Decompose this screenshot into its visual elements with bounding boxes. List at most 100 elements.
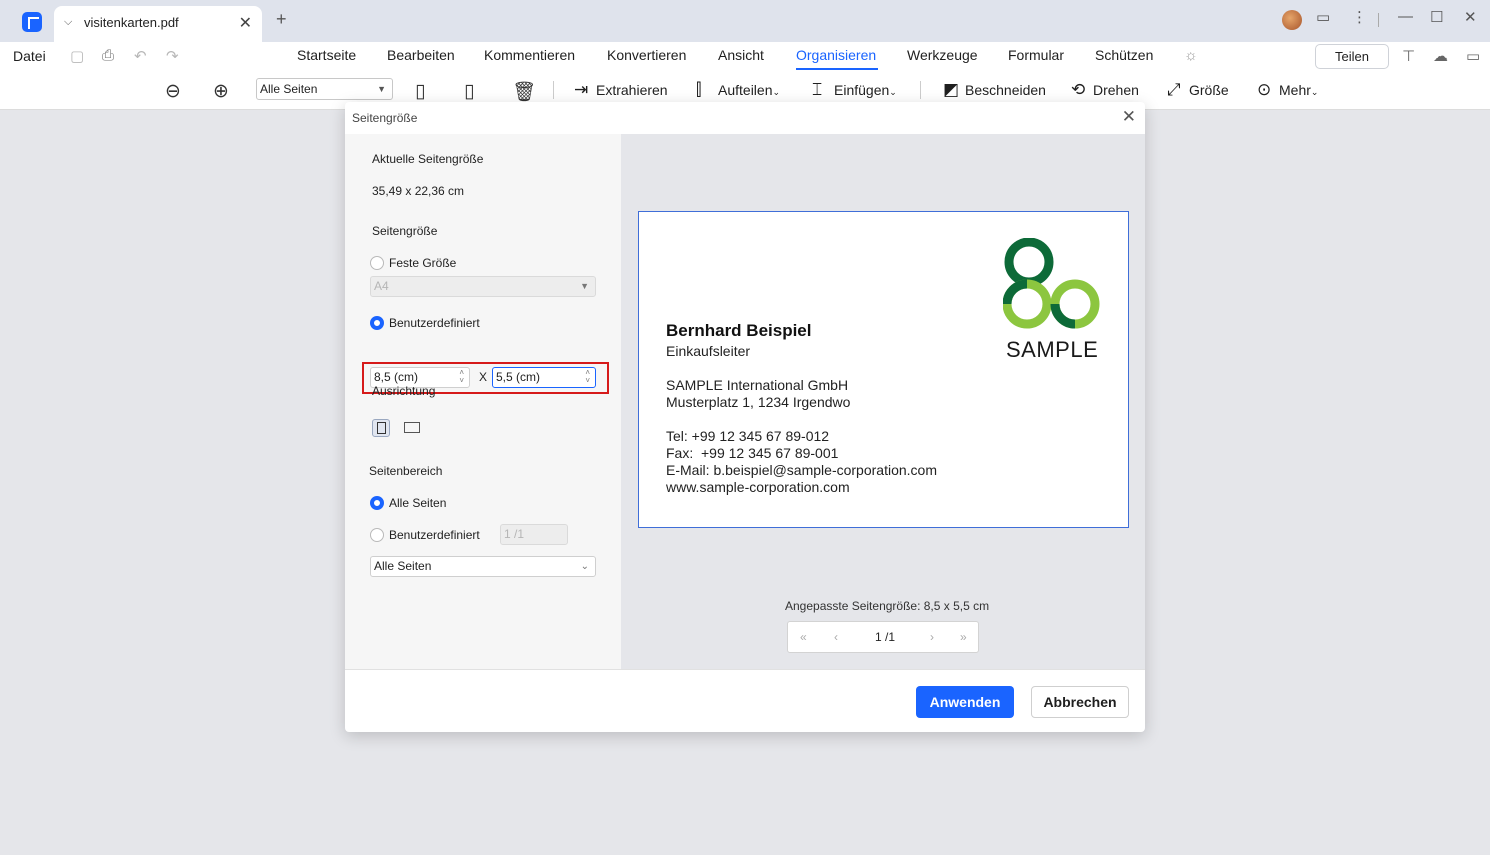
insert-icon: ⌶ xyxy=(812,80,823,99)
spin-arrows-icon[interactable]: ˄ ˅ xyxy=(585,369,590,385)
card-tel: Tel: +99 12 345 67 89-012 xyxy=(666,428,830,444)
preview-caption: Angepasste Seitengröße: 8,5 x 5,5 cm xyxy=(785,599,990,613)
spin-arrows-icon[interactable]: ˄ ˅ xyxy=(459,369,464,385)
rotate-label: Drehen xyxy=(1093,82,1139,98)
divider xyxy=(920,81,921,99)
divider xyxy=(553,81,554,99)
close-tab-icon[interactable]: ✕ xyxy=(239,13,252,33)
avatar[interactable] xyxy=(1282,10,1302,30)
feedback-icon[interactable]: ▭ xyxy=(1316,8,1330,26)
preview-panel: SAMPLE Bernhard Beispiel Einkaufsleiter … xyxy=(621,134,1145,670)
size-button[interactable]: ⤢ Größe xyxy=(1167,80,1229,100)
card-web: www.sample-corporation.com xyxy=(666,479,850,495)
menu-bearbeiten[interactable]: Bearbeiten xyxy=(387,47,455,63)
minimize-icon[interactable]: — xyxy=(1398,8,1413,25)
custom-range-radio[interactable] xyxy=(370,528,384,542)
portrait-icon[interactable] xyxy=(372,419,390,437)
redo-icon[interactable]: ↷ xyxy=(166,47,179,65)
more-options-icon[interactable]: ⋮ xyxy=(1352,8,1367,26)
cloud-upload-icon[interactable]: ☁ xyxy=(1433,47,1448,65)
height-value: 5,5 (cm) xyxy=(496,370,541,384)
delete-icon[interactable]: 🗑 xyxy=(512,80,536,104)
card-address: Musterplatz 1, 1234 Irgendwo xyxy=(666,394,851,410)
file-menu[interactable]: Datei xyxy=(13,48,46,64)
range-select[interactable]: Alle Seiten ⌄ xyxy=(370,556,596,577)
active-menu-indicator xyxy=(796,68,878,70)
height-stepper[interactable]: 5,5 (cm) ˄ ˅ xyxy=(492,367,596,388)
width-value: 8,5 (cm) xyxy=(374,370,419,384)
page-navigator: « ‹ 1 /1 › » xyxy=(787,621,979,653)
window-close-icon[interactable]: ✕ xyxy=(1464,8,1477,26)
sample-logo-icon xyxy=(1003,238,1100,329)
print-icon[interactable]: ⎙ xyxy=(102,47,114,64)
zoom-in-icon[interactable]: ⊕ xyxy=(213,80,229,103)
custom-size-radio[interactable] xyxy=(370,316,384,330)
fixed-size-radio[interactable] xyxy=(370,256,384,270)
last-page-icon[interactable]: » xyxy=(960,630,967,644)
rotate-left-icon[interactable]: ▯ xyxy=(415,80,425,103)
undo-icon[interactable]: ↶ xyxy=(134,47,147,65)
logo-text: SAMPLE xyxy=(1006,337,1099,362)
resize-icon: ⤢ xyxy=(1167,80,1181,99)
more-button[interactable]: ⊙ Mehr⌄ xyxy=(1257,80,1318,100)
lightbulb-icon[interactable]: ☼ xyxy=(1184,47,1198,64)
rotate-button[interactable]: ⟲ Drehen xyxy=(1071,80,1139,100)
fixed-size-label: Feste Größe xyxy=(389,256,457,270)
menu-startseite[interactable]: Startseite xyxy=(297,47,356,63)
custom-range-value: 1 /1 xyxy=(504,527,525,541)
all-pages-radio[interactable] xyxy=(370,496,384,510)
orientation-heading: Ausrichtung xyxy=(372,384,436,398)
close-icon[interactable]: ✕ xyxy=(1122,107,1136,127)
chevron-down-icon: ⌄ xyxy=(772,87,781,97)
zoom-out-icon[interactable]: ⊖ xyxy=(165,80,181,103)
save-icon[interactable]: ▢ xyxy=(70,47,84,65)
size-label: Größe xyxy=(1189,82,1229,98)
split-button[interactable]: ⫿ Aufteilen⌄ xyxy=(696,80,780,100)
maximize-icon[interactable]: ☐ xyxy=(1430,8,1443,26)
menu-ansicht[interactable]: Ansicht xyxy=(718,47,764,63)
times-label: X xyxy=(479,370,488,384)
extract-button[interactable]: ⇥ Extrahieren xyxy=(574,80,668,100)
menu-konvertieren[interactable]: Konvertieren xyxy=(607,47,686,63)
page-range-select[interactable]: Alle Seiten ▼ xyxy=(256,78,393,100)
menu-schuetzen[interactable]: Schützen xyxy=(1095,47,1153,63)
panel-icon[interactable]: ▭ xyxy=(1466,47,1480,65)
landscape-icon[interactable] xyxy=(403,419,421,437)
card-company: SAMPLE International GmbH xyxy=(666,377,849,393)
cancel-button[interactable]: Abbrechen xyxy=(1031,686,1129,718)
insert-button[interactable]: ⌶ Einfügen⌄ xyxy=(812,80,897,100)
crop-button[interactable]: ◩ Beschneiden xyxy=(943,80,1046,100)
chevron-down-icon[interactable]: ⌵ xyxy=(64,16,72,29)
business-card-preview: SAMPLE Bernhard Beispiel Einkaufsleiter … xyxy=(638,211,1129,528)
page-size-heading: Seitengröße xyxy=(372,224,438,238)
current-size-value: 35,49 x 22,36 cm xyxy=(372,184,465,198)
first-page-icon[interactable]: « xyxy=(800,630,807,644)
document-tab[interactable]: ⌵ visitenkarten.pdf ✕ xyxy=(54,6,262,42)
menu-werkzeuge[interactable]: Werkzeuge xyxy=(907,47,978,63)
menu-formular[interactable]: Formular xyxy=(1008,47,1064,63)
more-label: Mehr xyxy=(1279,82,1311,98)
rotate-right-icon[interactable]: ▯ xyxy=(464,80,474,103)
divider xyxy=(1378,13,1379,27)
settings-panel: Aktuelle Seitengröße 35,49 x 22,36 cm Se… xyxy=(345,134,621,670)
next-page-icon[interactable]: › xyxy=(930,630,934,644)
share-button[interactable]: Teilen xyxy=(1315,44,1389,69)
chevron-down-icon: ▼ xyxy=(377,84,386,94)
page-size-dialog: Seitengröße ✕ Aktuelle Seitengröße 35,49… xyxy=(345,102,1145,732)
new-tab-button[interactable]: + xyxy=(276,9,287,30)
extract-label: Extrahieren xyxy=(596,82,668,98)
apply-button[interactable]: Anwenden xyxy=(916,686,1014,718)
sitemap-icon[interactable]: ⊤ xyxy=(1402,47,1415,65)
extract-icon: ⇥ xyxy=(574,80,589,99)
dialog-title: Seitengröße xyxy=(352,111,418,125)
insert-label: Einfügen xyxy=(834,82,890,98)
card-fax: Fax: +99 12 345 67 89-001 xyxy=(666,445,839,461)
prev-page-icon[interactable]: ‹ xyxy=(834,630,838,644)
menu-organisieren[interactable]: Organisieren xyxy=(796,47,876,63)
split-label: Aufteilen xyxy=(718,82,773,98)
menu-kommentieren[interactable]: Kommentieren xyxy=(484,47,575,63)
title-bar: ⌵ visitenkarten.pdf ✕ + ▭ ⋮ — ☐ ✕ xyxy=(0,0,1490,42)
chevron-down-icon: ⌄ xyxy=(889,87,897,97)
custom-range-input[interactable]: 1 /1 xyxy=(500,524,568,545)
fixed-size-select[interactable]: A4 ▼ xyxy=(370,276,596,297)
